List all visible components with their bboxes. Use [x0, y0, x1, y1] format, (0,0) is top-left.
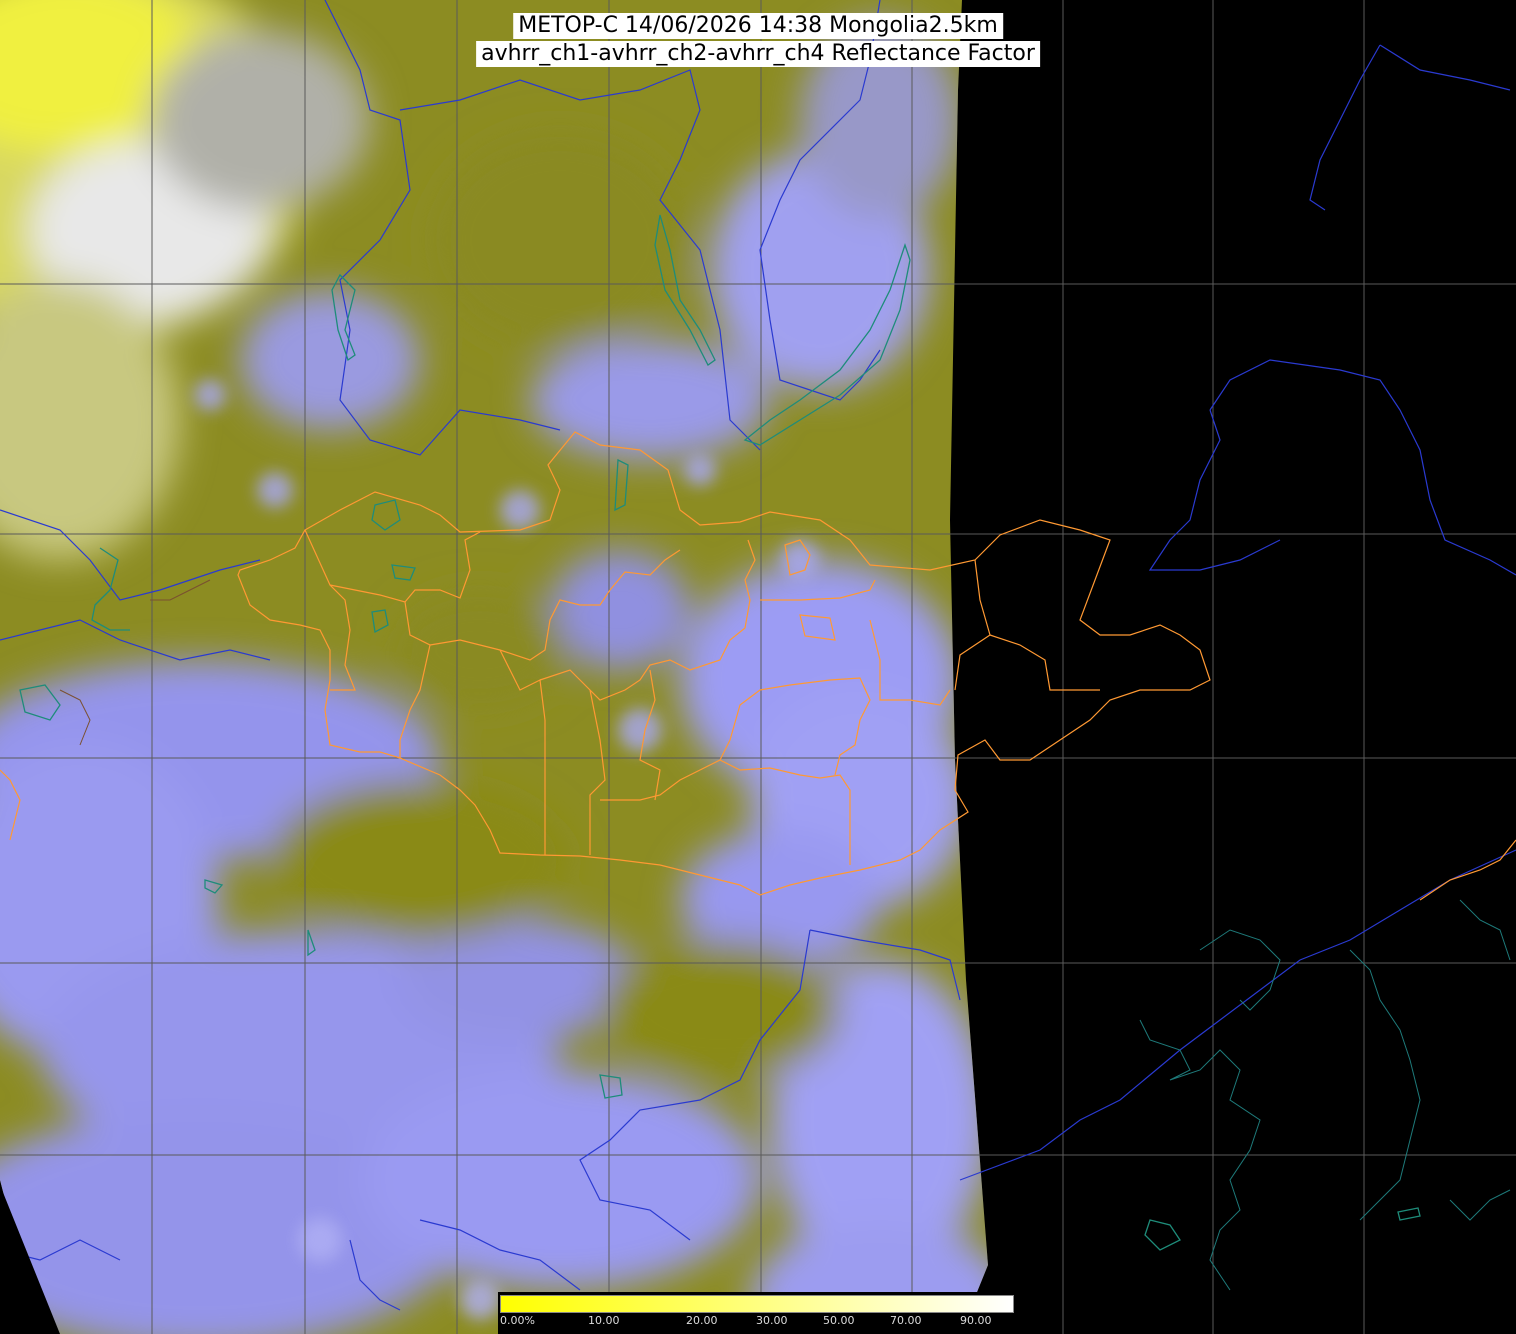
colorbar-tick-label: 20.00 [686, 1314, 718, 1327]
satellite-map [0, 0, 1516, 1334]
title-line-1: METOP-C 14/06/2026 14:38 Mongolia2.5km [513, 13, 1003, 39]
title-line-2: avhrr_ch1-avhrr_ch2-avhrr_ch4 Reflectanc… [476, 41, 1040, 67]
colorbar-tick-label: 50.00 [823, 1314, 855, 1327]
colorbar-tick-label: 70.00 [890, 1314, 922, 1327]
colorbar-tick-label: 90.00 [960, 1314, 992, 1327]
colorbar-ticks: 0.00% 10.00 20.00 30.00 50.00 70.00 90.00 [500, 1314, 1014, 1334]
colorbar-tick-label: 0.00% [500, 1314, 535, 1327]
colorbar-tick-label: 10.00 [588, 1314, 620, 1327]
colorbar-tick-label: 30.00 [756, 1314, 788, 1327]
colorbar: 0.00% 10.00 20.00 30.00 50.00 70.00 90.00 [498, 1292, 1018, 1334]
colorbar-ramp [500, 1295, 1014, 1313]
